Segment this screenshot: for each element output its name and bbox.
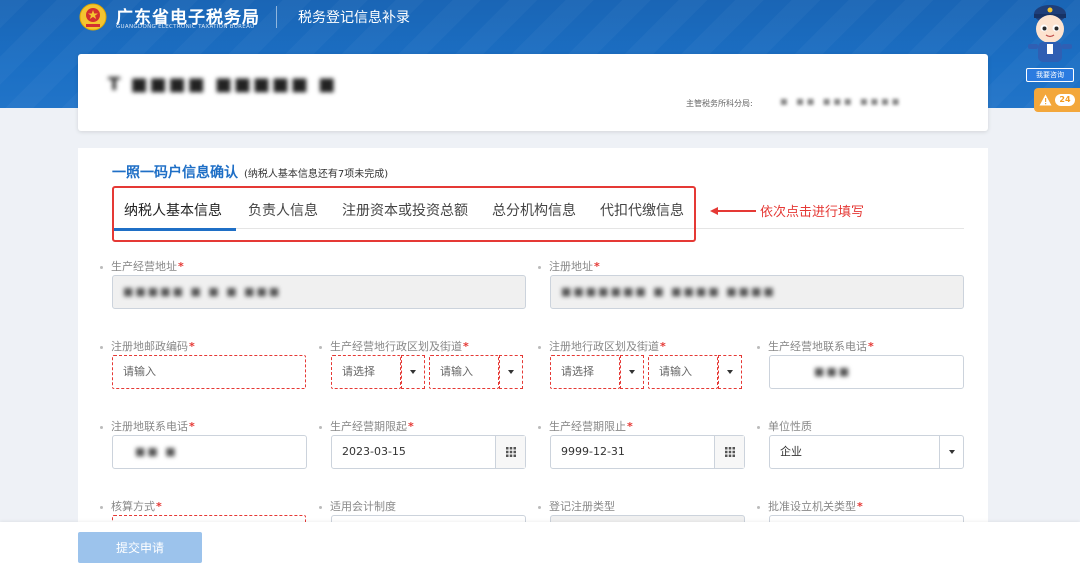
registered-address-field[interactable]: ■■■■■■■ ■ ■■■■ ■■■■ <box>550 275 964 309</box>
reg-phone-label: 注册地联系电话* <box>100 418 195 434</box>
chevron-down-icon <box>410 370 416 374</box>
business-street-dropdown[interactable] <box>499 355 523 389</box>
tax-office-value: ■ ■■ ■■■ ■■■■ <box>780 97 903 106</box>
reg-district-select[interactable]: 请选择 <box>550 355 620 389</box>
section-title: 一照一码户信息确认 <box>112 165 238 181</box>
business-district-dropdown[interactable] <box>401 355 425 389</box>
business-address-label: 生产经营地址* <box>100 258 184 274</box>
reg-district-label: 注册地行政区划及街道* <box>538 338 666 354</box>
tab-taxpayer-basic[interactable]: 纳税人基本信息 <box>124 200 222 220</box>
tab-registered-capital[interactable]: 注册资本或投资总额 <box>342 200 468 220</box>
accounting-method-label: 核算方式* <box>100 498 162 514</box>
alert-badge[interactable]: 24 <box>1034 88 1080 112</box>
reg-street-dropdown[interactable] <box>718 355 742 389</box>
chevron-down-icon <box>629 370 635 374</box>
consult-button[interactable]: 我要咨询 <box>1026 68 1074 82</box>
calendar-icon[interactable] <box>495 436 525 468</box>
warning-icon <box>1039 94 1052 106</box>
header-divider <box>276 6 277 28</box>
section-note: (纳税人基本信息还有7项未完成) <box>244 169 389 180</box>
business-address-field[interactable]: ■■■■■ ■ ■ ■ ■■■ <box>112 275 526 309</box>
arrow-left-icon <box>710 207 756 215</box>
tab-withholding-info[interactable]: 代扣代缴信息 <box>600 200 684 220</box>
chevron-down-icon[interactable] <box>939 436 963 468</box>
reg-street-input[interactable]: 请输入 <box>648 355 718 389</box>
business-street-input[interactable]: 请输入 <box>429 355 499 389</box>
instruction-annotation: 依次点击进行填写 <box>760 205 865 220</box>
reg-postcode-label: 注册地邮政编码* <box>100 338 195 354</box>
approval-org-type-label: 批准设立机关类型* <box>757 498 863 514</box>
registration-type-label: 登记注册类型 <box>538 498 615 514</box>
form-panel: 一照一码户信息确认 (纳税人基本信息还有7项未完成) 纳税人基本信息 负责人信息… <box>78 148 988 549</box>
alert-count: 24 <box>1055 94 1075 106</box>
period-start-label: 生产经营期限起* <box>319 418 414 434</box>
customer-service-mascot-icon[interactable] <box>1022 0 1078 66</box>
unit-nature-select[interactable]: 企业 <box>769 435 964 469</box>
footer-bar: 提交申请 <box>0 522 1080 566</box>
chevron-down-icon <box>508 370 514 374</box>
tax-office-label: 主管税务所科分局: <box>686 99 753 108</box>
registered-address-label: 注册地址* <box>538 258 600 274</box>
reg-postcode-input[interactable]: 请输入 <box>112 355 306 389</box>
calendar-icon[interactable] <box>714 436 744 468</box>
tab-bar: 纳税人基本信息 负责人信息 注册资本或投资总额 总分机构信息 代扣代缴信息 <box>112 186 696 242</box>
brand-subtitle: GUANGDONG ELECTRONIC TAXATION BUREAU <box>116 24 255 30</box>
taxpayer-name: T ■■■■ ■■■■■ ■ <box>108 74 338 95</box>
period-end-label: 生产经营期限止* <box>538 418 633 434</box>
business-district-select[interactable]: 请选择 <box>331 355 401 389</box>
active-tab-indicator <box>114 228 236 231</box>
chevron-down-icon <box>727 370 733 374</box>
tax-emblem-icon <box>79 3 107 31</box>
page-title: 税务登记信息补录 <box>298 10 410 26</box>
taxpayer-card: T ■■■■ ■■■■■ ■ 主管税务所科分局: ■ ■■ ■■■ ■■■■ <box>78 54 988 131</box>
period-start-input[interactable]: 2023-03-15 <box>331 435 526 469</box>
tab-branch-info[interactable]: 总分机构信息 <box>492 200 576 220</box>
business-phone-label: 生产经营地联系电话* <box>757 338 874 354</box>
tab-responsible-person[interactable]: 负责人信息 <box>248 200 318 220</box>
business-district-label: 生产经营地行政区划及街道* <box>319 338 469 354</box>
unit-nature-label: 单位性质 <box>757 418 812 434</box>
business-phone-input[interactable]: ■■■ <box>769 355 964 389</box>
accounting-system-label: 适用会计制度 <box>319 498 396 514</box>
reg-phone-input[interactable]: ■■ ■ <box>112 435 307 469</box>
submit-button[interactable]: 提交申请 <box>78 532 202 563</box>
reg-district-dropdown[interactable] <box>620 355 644 389</box>
period-end-input[interactable]: 9999-12-31 <box>550 435 745 469</box>
